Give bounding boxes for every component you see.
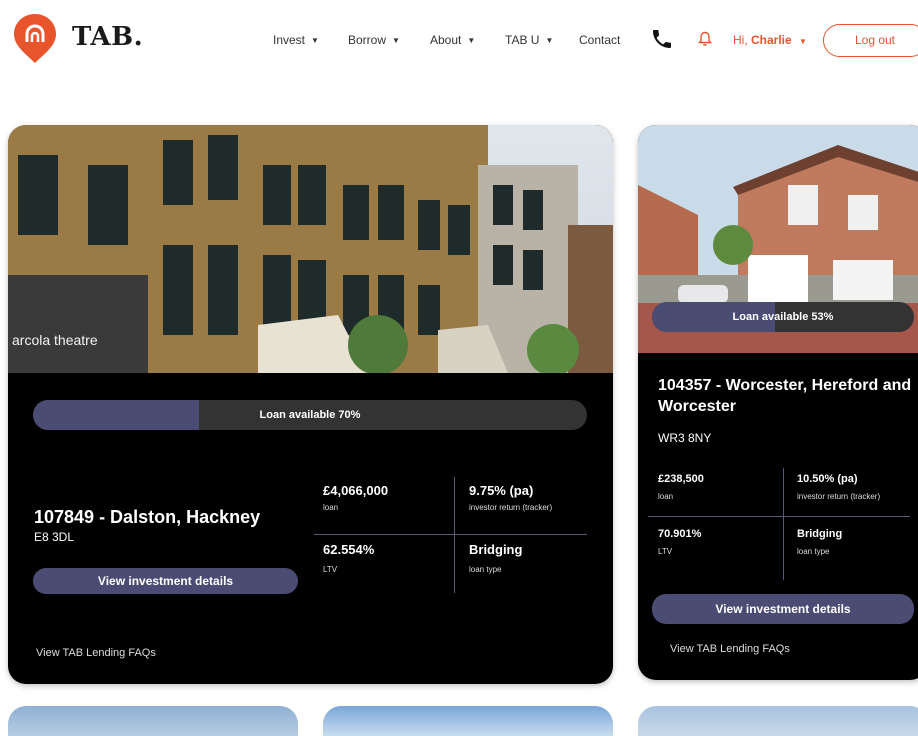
property-title: 104357 - Worcester, Hereford and Worcest… <box>658 377 912 415</box>
investment-card: Loan available 53% 104357 - Worcester, H… <box>638 125 918 680</box>
phone-icon[interactable] <box>650 27 674 51</box>
user-name: Charlie <box>751 33 792 47</box>
user-menu[interactable]: Hi, Charlie ▼ <box>733 33 807 47</box>
investment-card-preview[interactable] <box>638 706 918 736</box>
loan-available-bar: Loan available 70% <box>33 400 587 430</box>
nav-item-label: Contact <box>579 33 621 47</box>
ltv-value: 70.901% <box>658 528 702 540</box>
stats-divider-vertical <box>783 468 784 580</box>
nav-item-about[interactable]: About ▼ <box>430 33 475 47</box>
chevron-down-icon: ▼ <box>392 35 400 45</box>
stats-divider-horizontal <box>648 516 910 517</box>
ltv-label: LTV <box>658 547 673 556</box>
nav-item-invest[interactable]: Invest ▼ <box>273 33 319 47</box>
ltv-value: 62.554% <box>323 542 375 557</box>
nav-item-tab-u[interactable]: TAB U ▼ <box>505 33 553 47</box>
loan-type-value: Bridging <box>797 528 843 540</box>
greeting-text: Hi, <box>733 33 751 47</box>
nav-item-borrow[interactable]: Borrow ▼ <box>348 33 400 47</box>
faq-link[interactable]: View TAB Lending FAQs <box>670 643 790 655</box>
loan-label: loan <box>323 503 339 512</box>
investment-card: arcola theatre Loan available 70% 107849… <box>8 125 613 684</box>
property-postcode: WR3 8NY <box>658 431 712 445</box>
investment-card-preview[interactable] <box>323 706 613 736</box>
tab-logo-icon[interactable] <box>12 12 58 64</box>
stats-divider-horizontal <box>314 534 587 535</box>
stats-divider-vertical <box>454 477 455 593</box>
view-investment-details-button[interactable]: View investment details <box>652 594 914 624</box>
view-investment-details-button[interactable]: View investment details <box>33 568 298 594</box>
faq-link[interactable]: View TAB Lending FAQs <box>36 647 156 659</box>
loan-available-bar: Loan available 53% <box>652 302 914 332</box>
top-navbar: TAB. Invest ▼ Borrow ▼ About ▼ TAB U ▼ C… <box>0 0 918 80</box>
nav-item-label: About <box>430 33 462 47</box>
chevron-down-icon: ▼ <box>799 37 807 46</box>
return-label: investor return (tracker) <box>469 503 553 512</box>
investment-card-preview[interactable] <box>8 706 298 736</box>
loan-value: £4,066,000 <box>323 483 389 498</box>
bell-icon[interactable] <box>698 31 712 47</box>
loan-available-label: Loan available 70% <box>259 409 361 421</box>
loan-type-label: loan type <box>469 565 502 574</box>
loan-type-label: loan type <box>797 547 830 556</box>
loan-label: loan <box>658 492 674 501</box>
nav-item-label: Invest <box>273 33 306 47</box>
chevron-down-icon: ▼ <box>311 35 319 45</box>
property-photo: arcola theatre <box>8 125 613 373</box>
return-label: investor return (tracker) <box>797 492 881 501</box>
return-value: 9.75% (pa) <box>469 483 534 498</box>
loan-available-label: Loan available 53% <box>732 311 834 323</box>
ltv-label: LTV <box>323 565 338 574</box>
property-postcode: E8 3DL <box>34 530 75 544</box>
photo-caption: arcola theatre <box>12 332 98 348</box>
nav-item-label: TAB U <box>505 33 540 47</box>
brand-name[interactable]: TAB. <box>72 22 143 52</box>
loan-type-value: Bridging <box>469 542 523 557</box>
chevron-down-icon: ▼ <box>545 35 554 45</box>
logout-button[interactable]: Log out <box>823 24 918 57</box>
property-title: 107849 - Dalston, Hackney <box>34 507 261 527</box>
nav-item-contact[interactable]: Contact <box>579 33 620 47</box>
nav-item-label: Borrow <box>348 33 387 47</box>
return-value: 10.50% (pa) <box>797 473 858 485</box>
chevron-down-icon: ▼ <box>467 35 476 45</box>
loan-value: £238,500 <box>658 473 704 485</box>
